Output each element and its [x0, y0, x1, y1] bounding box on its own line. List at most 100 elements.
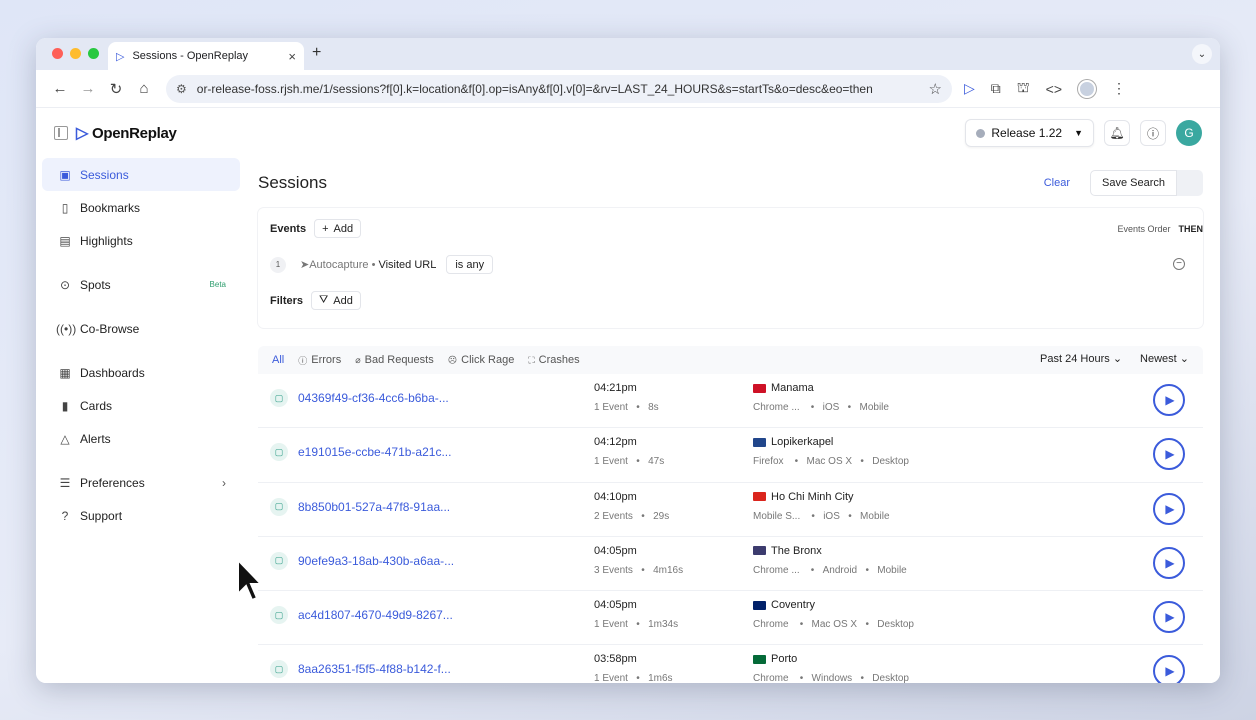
devtools-code-icon[interactable]: <>	[1046, 81, 1062, 97]
city-name: Porto	[771, 653, 798, 666]
session-row[interactable]: ▢ 90efe9a3-18ab-430b-a6aa-... 04:05pm 3 Eve…	[258, 537, 1203, 592]
session-row[interactable]: ▢ 8b850b01-527a-47f8-91aa... 04:10pm 2 Even…	[258, 483, 1203, 537]
play-session-button[interactable]: ▶	[1153, 655, 1185, 683]
separator-dot: •	[788, 619, 812, 631]
forward-arrow-icon[interactable]: →	[74, 80, 102, 97]
separator-dot: •	[627, 402, 649, 413]
save-search-button[interactable]: Save Search	[1090, 170, 1177, 196]
sidebar-item-highlights[interactable]: ▤ Highlights	[42, 224, 240, 257]
clear-button[interactable]: Clear	[1044, 177, 1070, 189]
separator-dot: •	[368, 258, 376, 271]
session-row[interactable]: ▢ ac4d1807-4670-49d9-8267... 04:05pm 1 Even…	[258, 591, 1203, 646]
profile-avatar[interactable]	[1078, 79, 1097, 98]
list-controls: Past 24 Hours ⌄ Newest ⌄	[1040, 352, 1189, 365]
session-location: Porto	[753, 653, 797, 665]
sidebar-item-support[interactable]: ? Support	[42, 499, 240, 532]
session-id-link[interactable]: e191015e-ccbe-471b-a21c...	[298, 445, 451, 459]
event-name[interactable]: Visited URL	[378, 259, 436, 271]
sidebar-item-bookmarks[interactable]: ▯ Bookmarks	[42, 191, 240, 224]
bookmark-star-icon[interactable]: ☆	[929, 80, 942, 98]
play-session-button[interactable]: ▶	[1153, 438, 1185, 471]
sidebar-item-cards[interactable]: ▮ Cards	[42, 389, 240, 422]
maximize-window-button[interactable]	[88, 48, 99, 59]
separator-dot: •	[857, 619, 878, 631]
saved-searches-dropdown[interactable]	[1177, 170, 1203, 196]
tab-label: Click Rage	[461, 354, 515, 366]
session-row[interactable]: ▢ 8aa26351-f5f5-4f88-b142-f... 03:58pm 1 Ev…	[258, 645, 1203, 683]
add-filter-button[interactable]: ⛛ Add	[311, 291, 361, 310]
time-range-dropdown[interactable]: Past 24 Hours ⌄	[1040, 352, 1122, 365]
add-filter-label: Add	[333, 294, 353, 307]
reload-icon[interactable]: ↻	[102, 80, 130, 98]
tab-crashes[interactable]: ⛶ Crashes	[528, 354, 579, 366]
session-row[interactable]: ▢ e191015e-ccbe-471b-a21c... 04:12pm 1 Even…	[258, 428, 1203, 483]
play-session-button[interactable]: ▶	[1153, 492, 1185, 525]
browser-name: Firefox	[753, 456, 784, 468]
user-avatar[interactable]: G	[1176, 120, 1202, 146]
sidebar-toggle-icon[interactable]	[54, 126, 68, 140]
header-actions: Release 1.22 ▼ 🔔︎ ⓘ G	[965, 119, 1202, 147]
mouse-cursor-icon	[237, 558, 262, 602]
back-arrow-icon[interactable]: ←	[46, 80, 74, 97]
address-bar[interactable]: ⚙ or-release-foss.rjsh.me/1/sessions?f[0…	[166, 74, 952, 103]
session-id-link[interactable]: 04369f49-cf36-4cc6-b6ba-...	[298, 391, 449, 405]
session-id-link[interactable]: 90efe9a3-18ab-430b-a6aa-...	[298, 554, 454, 568]
session-location: Lopikerkapel	[753, 436, 833, 448]
device-icon: ▢	[270, 443, 288, 462]
operator-dropdown[interactable]: is any	[446, 255, 494, 274]
browser-tab[interactable]: ▷ Sessions - OpenReplay ×	[108, 42, 304, 70]
sidebar-item-preferences[interactable]: ☰ Preferences ›	[42, 466, 240, 499]
home-icon[interactable]: ⌂	[130, 80, 158, 97]
tab-all[interactable]: All	[272, 354, 284, 366]
minimize-window-button[interactable]	[70, 48, 81, 59]
session-id-link[interactable]: ac4d1807-4670-49d9-8267...	[298, 608, 453, 622]
session-stats: 2 Events • 29s	[594, 511, 669, 522]
sidebar-item-co-browse[interactable]: ((•)) Co-Browse	[42, 312, 240, 345]
separator-dot: •	[627, 456, 649, 468]
new-tab-button[interactable]: +	[312, 44, 321, 62]
play-session-button[interactable]: ▶	[1153, 384, 1185, 416]
session-duration: 1m34s	[648, 619, 679, 631]
status-dot	[976, 128, 986, 138]
sidebar-item-dashboards[interactable]: ▦ Dashboards	[42, 356, 240, 389]
device-type: Desktop	[877, 619, 914, 631]
play-session-button[interactable]: ▶	[1153, 546, 1185, 579]
openreplay-extension-icon[interactable]: ▷	[964, 80, 975, 97]
bell-icon[interactable]: 🔔︎	[1104, 120, 1130, 146]
release-dropdown[interactable]: Release 1.22 ▼	[965, 119, 1094, 147]
openreplay-logo[interactable]: ▷ OpenReplay	[76, 123, 177, 143]
session-location: Manama	[753, 382, 814, 394]
sidebar-item-label: Dashboards	[80, 365, 145, 380]
sidebar-item-sessions[interactable]: ▣ Sessions	[42, 158, 240, 191]
bug-icon: ⛶	[528, 354, 535, 365]
session-duration: 8s	[648, 402, 659, 413]
event-filter-row: 1 ➤ Autocapture • Visited URL is any	[270, 255, 494, 274]
close-tab-icon[interactable]: ×	[288, 49, 296, 64]
browser-name: Chrome ...	[753, 402, 800, 413]
session-row[interactable]: ▢ 04369f49-cf36-4cc6-b6ba-... 04:21pm 1 Eve…	[258, 374, 1203, 429]
more-vertical-icon[interactable]: ⋮	[1112, 80, 1126, 97]
tab-label: Crashes	[538, 354, 580, 366]
info-icon[interactable]: ⓘ	[1140, 120, 1166, 146]
session-id-link[interactable]: 8b850b01-527a-47f8-91aa...	[298, 500, 450, 514]
tab-search-chevron-icon[interactable]: ⌄	[1192, 44, 1212, 64]
add-event-button[interactable]: + Add	[314, 219, 362, 238]
session-id-link[interactable]: 8aa26351-f5f5-4f88-b142-f...	[298, 662, 451, 676]
play-session-button[interactable]: ▶	[1153, 601, 1185, 634]
remove-filter-icon[interactable]: −	[1173, 258, 1185, 270]
close-window-button[interactable]	[52, 48, 63, 59]
filters-label: Filters	[270, 294, 304, 307]
events-order-toggle[interactable]: THEN	[1179, 224, 1204, 234]
browser-window: ▷ Sessions - OpenReplay × + ⌄ ← → ↻ ⌂ ⚙ …	[36, 38, 1220, 683]
tab-bad-requests[interactable]: ⌀ Bad Requests	[355, 354, 434, 366]
site-settings-icon[interactable]: ⚙	[176, 82, 187, 96]
sidebar-item-spots[interactable]: ⊙ Spots Beta	[42, 268, 240, 301]
sort-dropdown[interactable]: Newest ⌄	[1140, 352, 1189, 365]
tab-errors[interactable]: ⓘ Errors	[298, 354, 341, 367]
main-content: Sessions Clear Save Search Events + Add …	[258, 158, 1204, 683]
separator-dot: •	[632, 510, 654, 522]
tab-click-rage[interactable]: ☹ Click Rage	[448, 354, 515, 366]
sidebar-item-alerts[interactable]: △ Alerts	[42, 422, 240, 455]
incognito-icon[interactable]: ⛫	[1017, 79, 1030, 98]
puzzle-icon[interactable]: ⧉	[991, 80, 1001, 97]
